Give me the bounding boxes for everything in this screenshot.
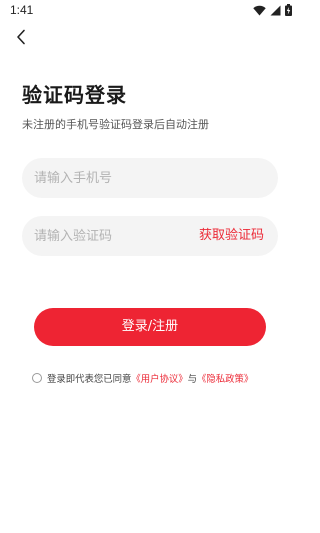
status-bar: 1:41 [0, 0, 300, 22]
phone-input[interactable] [22, 158, 278, 198]
agreement-prefix-text: 登录即代表您已同意 [47, 374, 132, 385]
code-field: 获取验证码 [22, 216, 278, 256]
status-icons [253, 4, 292, 16]
get-code-button[interactable]: 获取验证码 [199, 228, 264, 244]
agreement-checkbox[interactable] [32, 373, 42, 383]
cellular-signal-icon [270, 5, 281, 16]
wifi-icon [253, 5, 266, 16]
phone-field [22, 158, 278, 198]
back-button[interactable] [10, 28, 32, 50]
login-register-button[interactable]: 登录/注册 [34, 308, 266, 346]
page-subtitle: 未注册的手机号验证码登录后自动注册 [22, 118, 209, 131]
status-time: 1:41 [10, 3, 34, 17]
agreement-row: 登录即代表您已同意 《用户协议》 与 《隐私政策》 [32, 370, 253, 386]
page-title: 验证码登录 [22, 83, 127, 107]
privacy-policy-link[interactable]: 《隐私政策》 [197, 371, 253, 385]
agreement-conjunction: 与 [187, 374, 198, 385]
chevron-left-icon [15, 29, 27, 49]
user-agreement-link[interactable]: 《用户协议》 [131, 371, 187, 385]
battery-icon [285, 4, 292, 16]
